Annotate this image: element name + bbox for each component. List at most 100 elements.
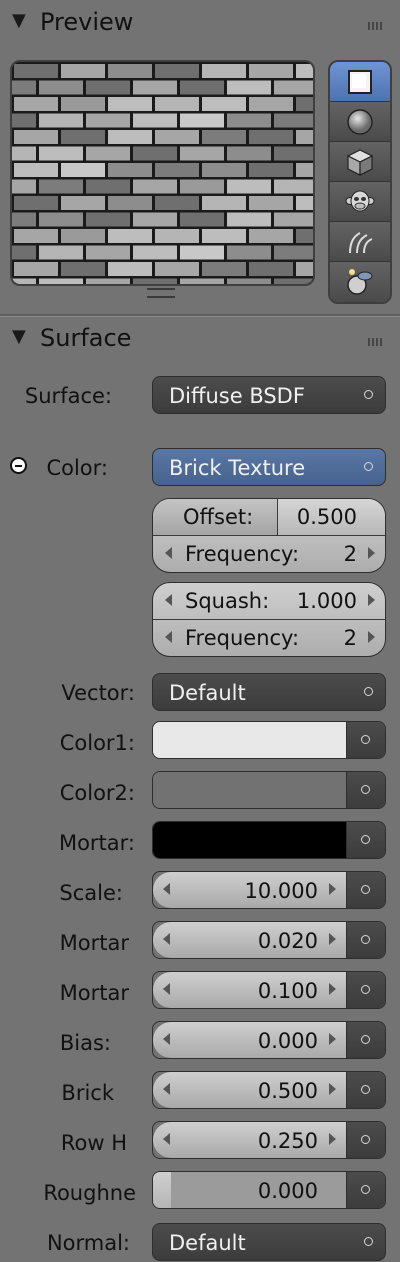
color2-swatch[interactable] [153, 772, 347, 808]
brick [274, 113, 313, 128]
mortar-smooth-socket[interactable] [347, 972, 385, 1008]
roughness-number[interactable]: 0.000 [153, 1172, 347, 1208]
collapse-node-icon[interactable] [10, 457, 27, 474]
brick [155, 64, 199, 78]
socket-dot-icon [364, 1237, 373, 1246]
brick-width-field[interactable]: 0.500 [152, 1071, 386, 1109]
preview-panel-title: Preview [40, 8, 134, 36]
decrement-arrow-icon[interactable] [163, 933, 170, 945]
mortar-smooth-number[interactable]: 0.100 [153, 972, 347, 1008]
brick [12, 113, 36, 128]
resize-handle[interactable] [147, 288, 175, 298]
brick [86, 146, 130, 161]
scale-socket[interactable] [347, 872, 385, 908]
drag-grip-icon[interactable] [368, 338, 384, 346]
drag-grip-icon[interactable] [368, 22, 384, 30]
decrement-arrow-icon[interactable] [163, 883, 170, 895]
brick [180, 113, 224, 128]
normal-label: Normal: [46, 1231, 130, 1255]
preview-hair-button[interactable] [330, 222, 390, 262]
brick [274, 212, 313, 227]
color2-field[interactable] [152, 771, 386, 809]
color1-field[interactable] [152, 721, 386, 759]
brick-width-number[interactable]: 0.500 [153, 1072, 347, 1108]
increment-arrow-icon[interactable] [329, 1033, 336, 1045]
increment-arrow-icon[interactable] [329, 1133, 336, 1145]
mortar-swatch[interactable] [153, 822, 347, 858]
increment-arrow-icon[interactable] [329, 983, 336, 995]
roughness-label: Roughne [43, 1181, 136, 1205]
brick [296, 262, 313, 276]
bias-number[interactable]: 0.000 [153, 1022, 347, 1058]
mortar-socket[interactable] [347, 822, 385, 858]
world-sphere-icon [347, 269, 373, 295]
decrement-arrow-icon[interactable] [165, 547, 172, 559]
surface-panel-title: Surface [40, 324, 132, 352]
offset-frequency-field[interactable]: Frequency: 2 [153, 535, 385, 572]
scale-field[interactable]: 10.000 [152, 871, 386, 909]
decrement-arrow-icon[interactable] [165, 594, 172, 606]
offset-field[interactable]: Offset: 0.500 [153, 499, 385, 535]
decrement-arrow-icon[interactable] [165, 631, 172, 643]
bias-field[interactable]: 0.000 [152, 1021, 386, 1059]
increment-arrow-icon[interactable] [329, 933, 336, 945]
brick [39, 113, 83, 128]
collapse-triangle-icon[interactable]: ▼ [12, 10, 26, 31]
brick [108, 97, 152, 111]
increment-arrow-icon[interactable] [329, 883, 336, 895]
color-input-dropdown[interactable]: Brick Texture [152, 448, 386, 486]
brick [12, 146, 36, 161]
scale-number[interactable]: 10.000 [153, 872, 347, 908]
increment-arrow-icon[interactable] [368, 631, 375, 643]
preview-flat-button[interactable] [330, 62, 390, 102]
decrement-arrow-icon[interactable] [163, 983, 170, 995]
row-height-socket[interactable] [347, 1122, 385, 1158]
vector-dropdown[interactable]: Default [152, 673, 386, 711]
normal-dropdown[interactable]: Default [152, 1223, 386, 1261]
preview-cube-button[interactable] [330, 142, 390, 182]
roughness-slider[interactable]: 0.000 [152, 1171, 386, 1209]
color1-socket[interactable] [347, 722, 385, 758]
surface-panel-header[interactable]: ▼ Surface [0, 320, 400, 360]
preview-panel-header[interactable]: ▼ Preview [0, 4, 400, 44]
mortar-size-field[interactable]: 0.020 [152, 921, 386, 959]
mortar-smooth-field[interactable]: 0.100 [152, 971, 386, 1009]
decrement-arrow-icon[interactable] [163, 1133, 170, 1145]
brick [274, 146, 313, 161]
color2-socket[interactable] [347, 772, 385, 808]
mortar-size-label: Mortar [59, 931, 129, 955]
row-height-label: Row H [60, 1131, 127, 1155]
mortar-color-field[interactable] [152, 821, 386, 859]
increment-arrow-icon[interactable] [368, 547, 375, 559]
mortar-size-number[interactable]: 0.020 [153, 922, 347, 958]
increment-arrow-icon[interactable] [368, 594, 375, 606]
brick [108, 229, 152, 243]
surface-shader-dropdown[interactable]: Diffuse BSDF [152, 376, 386, 414]
squash-field[interactable]: Squash: 1.000 [153, 583, 385, 619]
squash-frequency-field[interactable]: Frequency: 2 [153, 619, 385, 656]
brick [133, 278, 177, 284]
brick [274, 278, 313, 284]
preview-sphere-button[interactable] [330, 102, 390, 142]
bias-socket[interactable] [347, 1022, 385, 1058]
preview-world-button[interactable] [330, 262, 390, 302]
collapse-triangle-icon[interactable]: ▼ [12, 326, 26, 347]
brick-width-socket[interactable] [347, 1072, 385, 1108]
offset-value-cell[interactable]: 0.500 [278, 499, 385, 535]
row-height-field[interactable]: 0.250 [152, 1121, 386, 1159]
brick [14, 229, 58, 243]
decrement-arrow-icon[interactable] [163, 1033, 170, 1045]
preview-monkey-button[interactable] [330, 182, 390, 222]
increment-arrow-icon[interactable] [329, 1083, 336, 1095]
squash-value: 1.000 [296, 589, 357, 613]
mortar-size-socket[interactable] [347, 922, 385, 958]
monkey-icon [345, 190, 375, 211]
row-height-number[interactable]: 0.250 [153, 1122, 347, 1158]
brick [180, 179, 224, 194]
brick [202, 262, 246, 276]
hair-strands-icon [349, 231, 373, 253]
decrement-arrow-icon[interactable] [163, 1083, 170, 1095]
offset-label-cell: Offset: [153, 499, 278, 535]
roughness-socket[interactable] [347, 1172, 385, 1208]
color1-swatch[interactable] [153, 722, 347, 758]
